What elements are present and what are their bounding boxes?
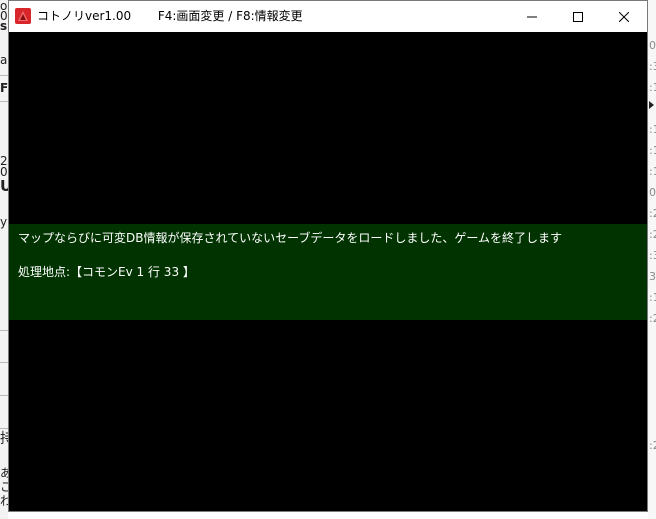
close-icon [619, 11, 629, 22]
bg-text: :1 [649, 81, 656, 94]
window-title: コトノリver1.00 F4:画面変更 / F8:情報変更 [37, 9, 303, 24]
bg-text: わ [0, 494, 8, 508]
bg-text: y [0, 215, 8, 229]
background-window-right: 01 :3 :1 :1 :1 :1 03 :2 :2 :3 38 :1 :2 :… [648, 0, 656, 519]
title-bar[interactable]: コトノリver1.00 F4:画面変更 / F8:情報変更 [9, 1, 647, 32]
bg-text: U [0, 177, 8, 195]
game-screen[interactable]: マップならびに可変DB情報が保存されていないセーブデータをロードしました、ゲーム… [9, 32, 647, 511]
background-window-left: o 0 sl a F 20 0 U y 持 あ こ わ [0, 0, 8, 519]
bg-text: :1 [649, 165, 656, 178]
bg-text: 38 [649, 270, 656, 283]
maximize-icon [573, 11, 583, 22]
bg-text: :1 [649, 123, 656, 136]
bg-text: F [0, 81, 8, 95]
close-button[interactable] [601, 1, 647, 32]
app-title: コトノリver1.00 [37, 9, 132, 23]
game-window[interactable]: コトノリver1.00 F4:画面変更 / F8:情報変更 マップならびに可変D… [8, 0, 648, 512]
error-message-panel: マップならびに可変DB情報が保存されていないセーブデータをロードしました、ゲーム… [9, 224, 647, 320]
bg-text: :2 [649, 228, 656, 241]
bg-text: :3 [649, 60, 656, 73]
maximize-button[interactable] [555, 1, 601, 32]
bg-text: sl [0, 19, 8, 33]
bg-text: こ [0, 480, 8, 494]
bg-text: 01 [649, 39, 656, 52]
bg-text: :1 [649, 144, 656, 157]
app-logo-icon [15, 8, 31, 24]
bg-text: :2 [649, 439, 656, 452]
arrow-right-icon [649, 101, 654, 109]
bg-text: 持 [0, 431, 8, 447]
bg-text: :1 [649, 291, 656, 304]
error-message-text: マップならびに可変DB情報が保存されていないセーブデータをロードしました、ゲーム… [18, 231, 563, 245]
error-location-text: 処理地点:【コモンEv 1 行 33 】 [18, 265, 195, 279]
bg-text: a [0, 53, 8, 67]
minimize-icon [527, 16, 537, 17]
minimize-button[interactable] [509, 1, 555, 32]
bg-text: 03 [649, 186, 656, 199]
key-hint: F4:画面変更 / F8:情報変更 [157, 9, 303, 23]
bg-text: :2 [649, 312, 656, 325]
bg-text: あ [0, 466, 8, 480]
bg-text: :3 [649, 249, 656, 262]
bg-text: :2 [649, 207, 656, 220]
